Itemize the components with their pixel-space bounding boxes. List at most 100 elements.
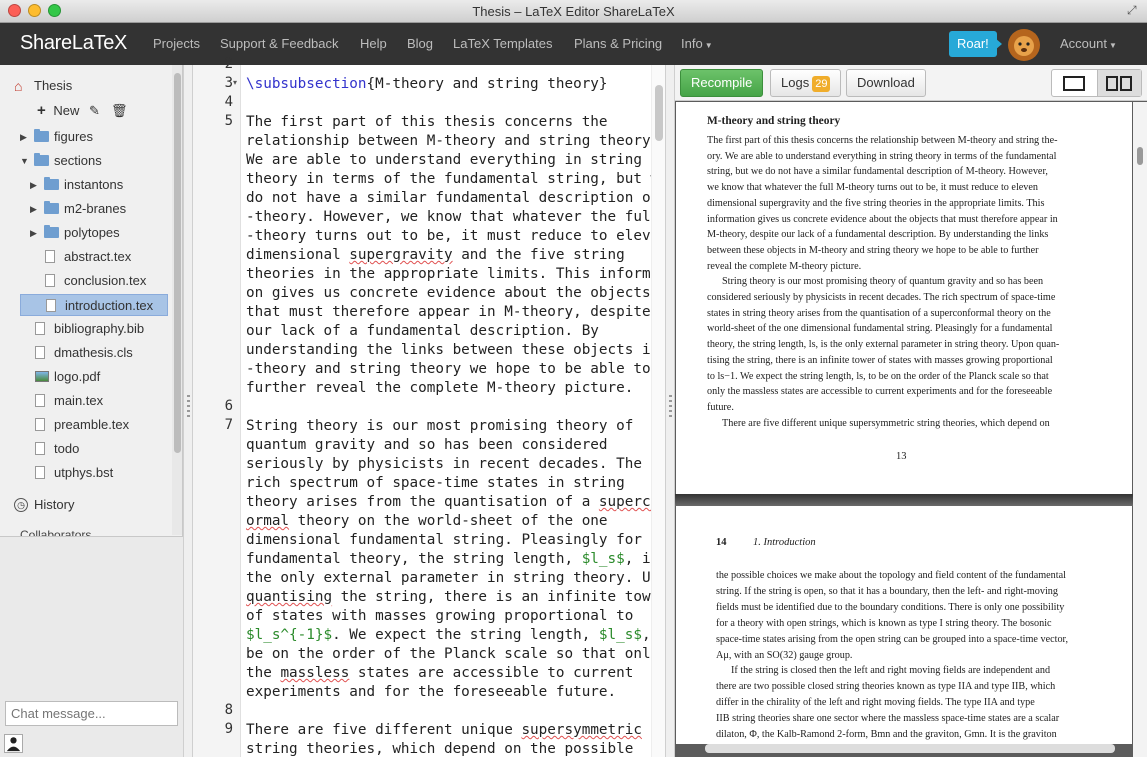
pdf-scrollbar[interactable] [1133, 102, 1147, 757]
tree-item[interactable]: bibliography.bib [0, 318, 170, 340]
line-number: 9 [224, 721, 233, 737]
code-line[interactable]: rich spectrum of space-time states in st… [246, 474, 625, 493]
code-line[interactable]: String theory is our most promising theo… [246, 417, 633, 436]
pdf-text-line: Aμ, with an SO(32) gauge group. [716, 649, 853, 661]
download-button[interactable]: Download [846, 69, 926, 97]
sidebar-resize-handle[interactable] [183, 65, 193, 757]
pdf-scrollbar-thumb[interactable] [1137, 147, 1143, 165]
code-line[interactable]: that must therefore appear in M-theory, … [246, 303, 651, 322]
pdf-text-line: to ls−1. We expect the string length, ls… [707, 370, 1049, 382]
split-pane-view-button[interactable] [1097, 70, 1141, 96]
code-line[interactable]: dimensional supergravity and the five st… [246, 246, 625, 265]
code-line[interactable]: dimensional fundamental string. Pleasing… [246, 531, 651, 550]
nav-help[interactable]: Help [360, 36, 387, 51]
folder-icon [34, 129, 49, 142]
rename-pencil-icon[interactable]: ✎ [89, 100, 100, 122]
brand-logo[interactable]: ShareLaTeX [20, 32, 127, 55]
code-line[interactable]: quantising the string, there is an infin… [246, 588, 651, 607]
tree-item[interactable]: conclusion.tex [0, 270, 170, 292]
delete-trash-icon[interactable]: 🗑 [111, 100, 128, 122]
code-line[interactable]: further reveal the complete M-theory pic… [246, 379, 633, 398]
sidebar-scrollbar[interactable] [172, 65, 182, 535]
logs-button[interactable]: Logs 29 [770, 69, 842, 97]
tree-item[interactable]: preamble.tex [0, 414, 170, 436]
tree-item[interactable]: ▼ sections [0, 150, 170, 172]
code-line[interactable]: quantum gravity and so has been consider… [246, 436, 608, 455]
tree-item[interactable]: abstract.tex [0, 246, 170, 268]
tree-item[interactable]: ▶ polytopes [0, 222, 170, 244]
expand-arrow-icon[interactable]: ▶ [30, 198, 40, 220]
collapse-arrow-icon[interactable]: ▼ [20, 150, 30, 172]
new-file-button[interactable]: + New [37, 100, 82, 122]
code-line[interactable]: \subsubsection{M-theory and string theor… [246, 75, 608, 94]
nav-account[interactable]: Account ▼ [1060, 36, 1117, 51]
code-line[interactable]: experiments and for the foreseeable futu… [246, 683, 616, 702]
nav-blog[interactable]: Blog [407, 36, 433, 51]
code-line[interactable]: the massless states are accessible to cu… [246, 664, 633, 683]
tree-item[interactable]: ▶ instantons [0, 174, 170, 196]
pdf-text-line: IIB string theories share one sector whe… [716, 713, 1060, 725]
pdf-toolbar: Recompile Logs 29 Download [675, 65, 1147, 101]
expand-arrow-icon[interactable]: ▶ [20, 126, 30, 148]
code-editor[interactable]: 2 3 ▾ 4 5 6 7 8 9 \subsubsection{M-theor… [193, 56, 665, 757]
code-line[interactable]: on gives us concrete evidence about the … [246, 284, 651, 303]
code-line[interactable]: do not have a similar fundamental descri… [246, 189, 651, 208]
editor-pdf-resize-handle[interactable] [665, 65, 675, 757]
tree-item[interactable]: dmathesis.cls [0, 342, 170, 364]
editor-scrollbar-thumb[interactable] [655, 85, 663, 141]
code-line[interactable]: understanding the links between these ob… [246, 341, 651, 360]
tree-item[interactable]: todo [0, 438, 170, 460]
tree-item[interactable]: ▶ figures [0, 126, 170, 148]
editor-scrollbar[interactable] [651, 65, 665, 757]
expand-arrow-icon[interactable]: ▶ [30, 222, 40, 244]
tree-item[interactable]: logo.pdf [0, 366, 170, 388]
code-line[interactable]: -theory turns out to be, it must reduce … [246, 227, 651, 246]
code-line[interactable]: theory in terms of the fundamental strin… [246, 170, 651, 189]
code-line[interactable]: be on the order of the Planck scale so t… [246, 645, 651, 664]
code-line[interactable]: -theory. However, we know that whatever … [246, 208, 651, 227]
pdf-section-heading: M-theory and string theory [707, 115, 841, 127]
project-root[interactable]: ⌂ Thesis [14, 75, 164, 97]
code-line[interactable]: our lack of a fundamental description. B… [246, 322, 599, 341]
recompile-button[interactable]: Recompile [680, 69, 764, 97]
nav-plans-pricing[interactable]: Plans & Pricing [574, 36, 662, 51]
fold-arrow-icon[interactable]: ▾ [233, 78, 237, 87]
pdf-horizontal-scrollbar[interactable] [705, 744, 1115, 753]
expand-arrow-icon[interactable]: ▶ [30, 174, 40, 196]
tree-item-label: bibliography.bib [54, 321, 145, 336]
nav-support[interactable]: Support & Feedback [220, 36, 339, 51]
code-line[interactable]: $l_s^{-1}$. We expect the string length,… [246, 626, 651, 645]
code-line[interactable]: seriously by physicists in recent decade… [246, 455, 642, 474]
pdf-text-line: between these objects in M-theory and st… [707, 244, 1039, 256]
user-avatar-icon [4, 734, 23, 753]
code-line[interactable]: of states with masses growing proportion… [246, 607, 633, 626]
pdf-text-line: future. [707, 401, 734, 413]
code-line[interactable]: string theories, which depend on the pos… [246, 740, 633, 757]
fullscreen-icon[interactable]: ⤢ [1127, 4, 1140, 17]
code-text[interactable]: \subsubsection{M-theory and string theor… [246, 65, 651, 757]
code-line[interactable]: fundamental theory, the string length, $… [246, 550, 651, 569]
code-line[interactable]: ormal theory on the world-sheet of the o… [246, 512, 608, 531]
tree-item[interactable]: introduction.tex [20, 294, 168, 316]
pdf-text-line: string, but we do not have a similar fun… [707, 166, 1048, 178]
code-line[interactable]: theories in the appropriate limits. This… [246, 265, 651, 284]
chat-message-input[interactable] [5, 701, 178, 726]
code-line[interactable]: theory arises from the quantisation of a… [246, 493, 651, 512]
code-line[interactable]: We are able to understand everything in … [246, 151, 642, 170]
line-number: 2 [224, 56, 233, 72]
code-line[interactable]: -theory and string theory we hope to be … [246, 360, 651, 379]
code-line[interactable]: The first part of this thesis concerns t… [246, 113, 608, 132]
pdf-text-line: There are five different unique supersym… [722, 417, 1050, 429]
code-line[interactable]: relationship between M-theory and string… [246, 132, 651, 151]
roar-button[interactable]: Roar! [949, 31, 997, 57]
code-line[interactable]: There are five different unique supersym… [246, 721, 642, 740]
nav-projects[interactable]: Projects [153, 36, 200, 51]
nav-info[interactable]: Info ▼ [681, 36, 713, 51]
code-line[interactable]: the only external parameter in string th… [246, 569, 651, 588]
tree-item[interactable]: main.tex [0, 390, 170, 412]
single-pane-view-button[interactable] [1052, 70, 1097, 96]
sidebar-scrollbar-thumb[interactable] [174, 73, 181, 453]
nav-latex-templates[interactable]: LaTeX Templates [453, 36, 553, 51]
tree-item[interactable]: ▶ m2-branes [0, 198, 170, 220]
tree-item[interactable]: utphys.bst [0, 462, 170, 484]
